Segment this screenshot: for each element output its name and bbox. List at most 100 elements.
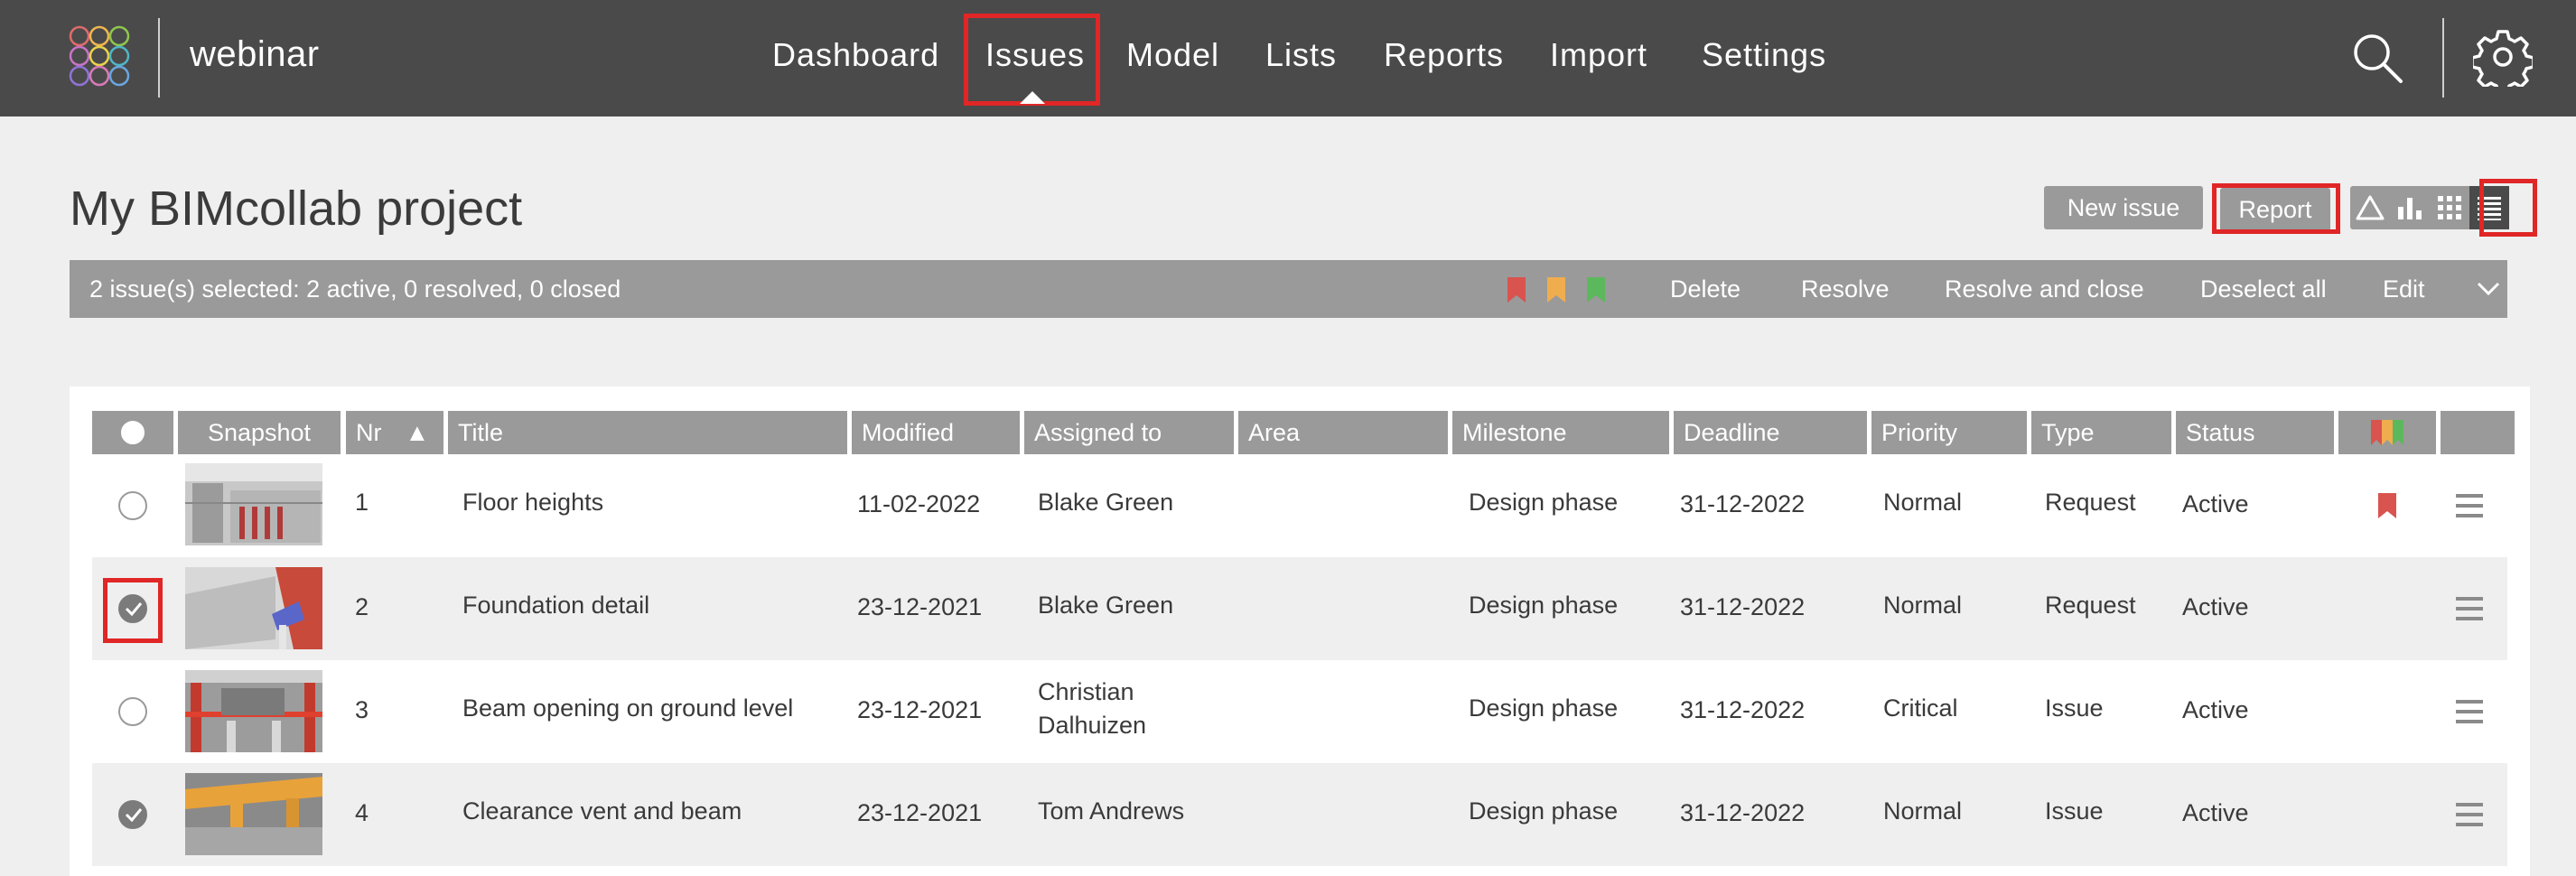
- page-title: My BIMcollab project: [70, 182, 523, 236]
- issue-assigned-to: Christian Dalhuizen: [1038, 678, 1147, 739]
- new-issue-button[interactable]: New issue: [2044, 186, 2203, 229]
- issue-title[interactable]: Beam opening on ground level: [462, 694, 793, 722]
- header-title[interactable]: Title: [448, 411, 847, 454]
- issue-milestone: Design phase: [1469, 694, 1619, 722]
- issue-status: Active: [2182, 593, 2249, 620]
- bar-chart-view-icon: [2398, 198, 2422, 219]
- top-navigation-bar: webinar Dashboard Issues Model Lists Rep…: [0, 0, 2576, 116]
- issue-priority: Critical: [1883, 694, 1958, 722]
- header-assigned-to[interactable]: Assigned to: [1024, 411, 1234, 454]
- logo-divider: [158, 18, 160, 98]
- header-milestone[interactable]: Milestone: [1452, 411, 1669, 454]
- nav-reports[interactable]: Reports: [1384, 36, 1504, 74]
- checkbox-highlight-box: [103, 578, 163, 643]
- header-status[interactable]: Status: [2176, 411, 2334, 454]
- table-row[interactable]: 1 Floor heights 11-02-2022 Blake Green D…: [92, 454, 2507, 557]
- header-type[interactable]: Type: [2031, 411, 2171, 454]
- issue-nr: 2: [355, 593, 369, 620]
- deselect-all-button[interactable]: Deselect all: [2200, 275, 2327, 303]
- issue-milestone: Design phase: [1469, 797, 1619, 825]
- header-snapshot[interactable]: Snapshot: [178, 411, 341, 454]
- table-row[interactable]: 3 Beam opening on ground level 23-12-202…: [92, 660, 2507, 763]
- issue-title[interactable]: Floor heights: [462, 489, 603, 517]
- app-name: webinar: [190, 34, 320, 74]
- issue-status: Active: [2182, 696, 2249, 723]
- resolve-button[interactable]: Resolve: [1801, 275, 1890, 303]
- issue-assigned-to: Blake Green: [1038, 489, 1174, 516]
- row-menu-icon[interactable]: [2456, 700, 2483, 723]
- bimcollab-logo-icon[interactable]: [67, 23, 132, 89]
- bar-chart-view-button[interactable]: [2390, 186, 2430, 229]
- issue-modified: 23-12-2021: [857, 696, 983, 723]
- issue-snapshot[interactable]: [185, 773, 322, 855]
- issue-modified: 23-12-2021: [857, 593, 983, 620]
- sort-ascending-icon: ▲: [405, 418, 430, 446]
- header-actions: [2441, 411, 2515, 454]
- issue-type: Issue: [2045, 694, 2104, 722]
- gear-icon[interactable]: [2473, 27, 2533, 87]
- issue-modified: 11-02-2022: [857, 490, 981, 517]
- triangle-view-icon: [2356, 195, 2385, 220]
- issue-priority: Normal: [1883, 489, 1963, 516]
- resolve-and-close-button[interactable]: Resolve and close: [1945, 275, 2144, 303]
- header-modified[interactable]: Modified: [852, 411, 1020, 454]
- issue-status: Active: [2182, 490, 2249, 517]
- green-flag-icon[interactable]: [1586, 276, 1606, 303]
- row-checkbox[interactable]: [118, 800, 147, 829]
- issue-deadline: 31-12-2022: [1680, 799, 1806, 826]
- flags-column-icon: [2371, 420, 2403, 445]
- row-checkbox[interactable]: [118, 491, 147, 520]
- nav-lists[interactable]: Lists: [1265, 36, 1337, 74]
- selection-summary: 2 issue(s) selected: 2 active, 0 resolve…: [89, 275, 621, 303]
- table-row[interactable]: 2 Foundation detail 23-12-2021 Blake Gre…: [92, 557, 2507, 660]
- select-all-checkbox[interactable]: [119, 419, 146, 446]
- row-checkbox[interactable]: [118, 697, 147, 726]
- table-row[interactable]: 4 Clearance vent and beam 23-12-2021 Tom…: [92, 763, 2507, 866]
- header-priority[interactable]: Priority: [1871, 411, 2027, 454]
- issue-nr: 4: [355, 799, 369, 826]
- issue-milestone: Design phase: [1469, 489, 1619, 516]
- edit-button[interactable]: Edit: [2383, 275, 2425, 303]
- issue-type: Request: [2045, 489, 2136, 516]
- chevron-down-icon[interactable]: [2476, 280, 2501, 298]
- grid-view-button[interactable]: [2430, 186, 2469, 229]
- row-menu-icon[interactable]: [2456, 803, 2483, 826]
- issue-status: Active: [2182, 799, 2249, 826]
- issue-modified: 23-12-2021: [857, 799, 983, 826]
- list-view-highlight-box: [2479, 179, 2537, 237]
- triangle-view-button[interactable]: [2350, 186, 2390, 229]
- nav-import[interactable]: Import: [1550, 36, 1647, 74]
- delete-button[interactable]: Delete: [1670, 275, 1741, 303]
- issue-nr: 3: [355, 696, 369, 723]
- report-highlight-box: [2212, 183, 2340, 234]
- issue-title[interactable]: Foundation detail: [462, 592, 649, 620]
- top-divider: [2442, 18, 2444, 98]
- issue-snapshot[interactable]: [185, 567, 322, 649]
- issues-table-card: Snapshot Nr ▲ Title Modified Assigned to…: [70, 387, 2530, 876]
- selection-bar: 2 issue(s) selected: 2 active, 0 resolve…: [70, 260, 2507, 318]
- issue-nr: 1: [355, 489, 369, 516]
- red-flag-icon[interactable]: [1507, 276, 1526, 303]
- orange-flag-icon[interactable]: [1546, 276, 1566, 303]
- issue-deadline: 31-12-2022: [1680, 490, 1806, 517]
- row-menu-icon[interactable]: [2456, 597, 2483, 620]
- row-menu-icon[interactable]: [2456, 494, 2483, 517]
- issue-assigned-to: Blake Green: [1038, 592, 1174, 619]
- nav-dashboard[interactable]: Dashboard: [772, 36, 939, 74]
- red-flag-icon[interactable]: [2377, 492, 2397, 519]
- issue-snapshot[interactable]: [185, 670, 322, 752]
- nav-settings[interactable]: Settings: [1702, 36, 1826, 74]
- issue-deadline: 31-12-2022: [1680, 696, 1806, 723]
- search-icon[interactable]: [2348, 29, 2406, 87]
- header-deadline[interactable]: Deadline: [1674, 411, 1867, 454]
- issue-priority: Normal: [1883, 797, 1963, 825]
- header-nr-label: Nr: [356, 418, 382, 446]
- select-all-column[interactable]: [92, 411, 173, 454]
- nav-model[interactable]: Model: [1126, 36, 1219, 74]
- header-area[interactable]: Area: [1238, 411, 1448, 454]
- issue-title[interactable]: Clearance vent and beam: [462, 797, 742, 825]
- header-nr[interactable]: Nr ▲: [346, 411, 443, 454]
- active-nav-caret: [1020, 91, 1045, 104]
- issue-snapshot[interactable]: [185, 463, 322, 545]
- header-flags[interactable]: [2338, 411, 2436, 454]
